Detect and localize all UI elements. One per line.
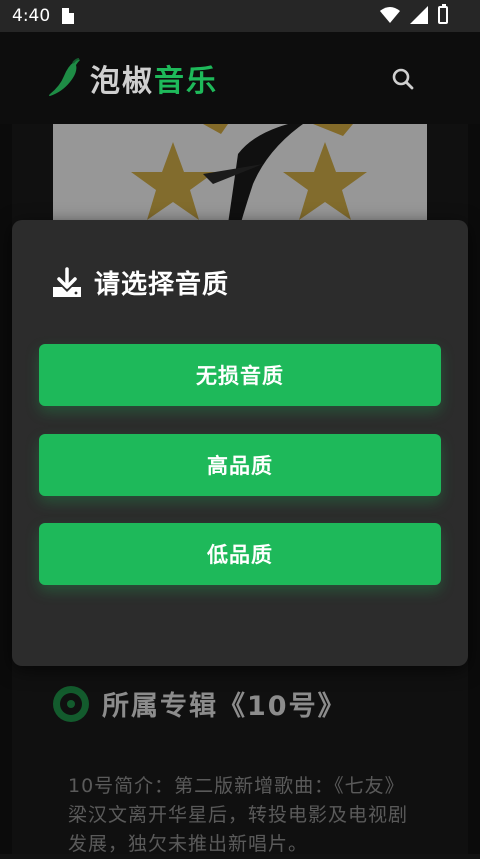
- cellular-signal-icon: [410, 6, 428, 24]
- status-time: 4:40: [12, 6, 51, 26]
- app-header: 泡椒音乐: [0, 32, 480, 124]
- search-button[interactable]: [388, 64, 418, 94]
- sd-card-icon: [62, 8, 75, 24]
- status-bar: 4:40: [0, 0, 480, 32]
- search-icon: [392, 68, 414, 90]
- lossless-quality-button[interactable]: 无损音质: [39, 344, 441, 406]
- dialog-title: 请选择音质: [94, 270, 230, 300]
- app-title-part2: 音乐: [154, 64, 218, 99]
- chili-pepper-icon: [49, 58, 80, 96]
- quality-dialog: 请选择音质 无损音质 高品质 低品质: [12, 220, 468, 666]
- status-icons: [380, 4, 448, 24]
- dialog-header: 请选择音质: [52, 264, 229, 301]
- low-quality-button[interactable]: 低品质: [39, 523, 441, 585]
- app-title-part1: 泡椒: [90, 64, 154, 99]
- battery-icon: [438, 4, 448, 24]
- download-icon: [53, 266, 81, 297]
- high-quality-button[interactable]: 高品质: [39, 434, 441, 496]
- wifi-icon: [380, 7, 400, 23]
- app-title: 泡椒音乐: [90, 56, 218, 100]
- app-logo: 泡椒音乐: [48, 56, 218, 100]
